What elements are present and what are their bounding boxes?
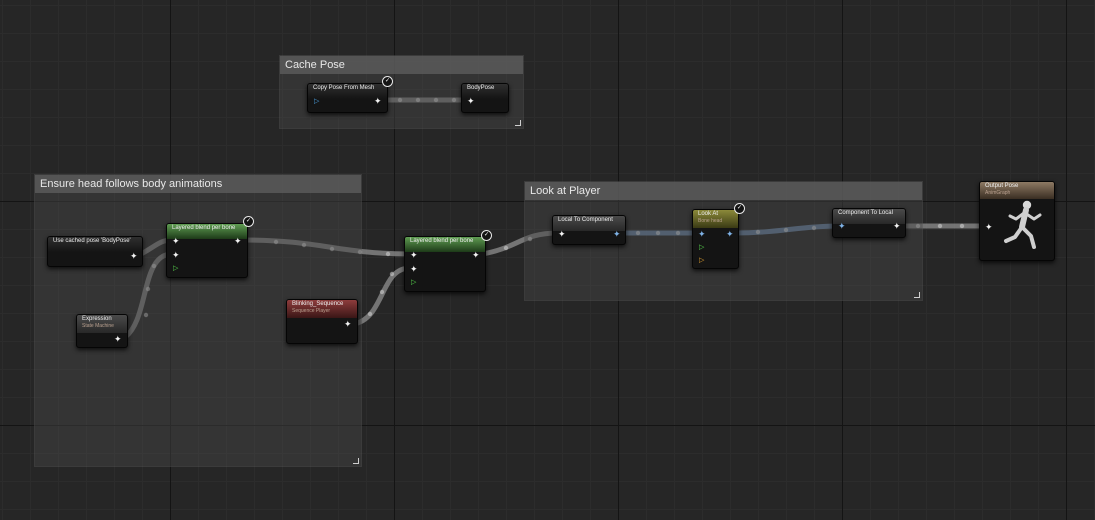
node-subtitle: AnimGraph xyxy=(985,190,1011,196)
node-title: Expression State Machine xyxy=(77,315,127,333)
local-pose-output-pin-icon[interactable]: ✦ xyxy=(893,222,901,231)
component-pose-input-pin-icon[interactable]: ✦ xyxy=(698,230,706,239)
local-pose-input-pin-icon[interactable]: ✦ xyxy=(558,230,566,239)
lightning-bolt-icon: ✓ xyxy=(382,76,393,87)
node-title: Look At Bone head xyxy=(693,210,738,228)
running-figure-icon xyxy=(1004,200,1042,249)
pose-output-pin-icon[interactable]: ✦ xyxy=(130,252,138,261)
layered-blend-per-bone-node-1[interactable]: Layered blend per bone ✦ ✦ ▷ ✦ xyxy=(166,223,248,278)
pose-input-pin-icon[interactable]: ✦ xyxy=(467,97,475,106)
comment-title[interactable]: Cache Pose xyxy=(280,56,523,74)
base-pose-input-pin-icon[interactable]: ✦ xyxy=(172,237,180,246)
blend-weight-pin-icon[interactable]: ▷ xyxy=(173,264,178,273)
blend-pose-input-pin-icon[interactable]: ✦ xyxy=(172,251,180,260)
lightning-bolt-icon: ✓ xyxy=(481,230,492,241)
expression-state-machine-node[interactable]: Expression State Machine ✦ xyxy=(76,314,128,348)
node-title: Output Pose AnimGraph xyxy=(980,182,1054,199)
comment-title[interactable]: Ensure head follows body animations xyxy=(35,175,361,193)
output-pose-node[interactable]: Output Pose AnimGraph ✦ xyxy=(979,181,1055,261)
node-subtitle: Bone head xyxy=(698,218,723,224)
comment-title[interactable]: Look at Player xyxy=(525,182,922,200)
copy-pose-from-mesh-node[interactable]: Copy Pose From Mesh ▷ ✦ xyxy=(307,83,388,113)
node-title: Use cached pose 'BodyPose' xyxy=(48,237,142,252)
pose-output-pin-icon[interactable]: ✦ xyxy=(234,237,242,246)
blinking-sequence-player-node[interactable]: Blinking_Sequence Sequence Player ✦ xyxy=(286,299,358,344)
blend-weight-pin-icon[interactable]: ▷ xyxy=(411,278,416,287)
wire-blinking-to-blend2 xyxy=(351,265,413,327)
node-title: Blinking_Sequence Sequence Player xyxy=(287,300,357,318)
resize-corner-icon[interactable] xyxy=(515,120,521,126)
pose-output-pin-icon[interactable]: ✦ xyxy=(472,251,480,260)
pose-output-pin-icon[interactable]: ✦ xyxy=(114,335,122,344)
alpha-pin-icon[interactable]: ▷ xyxy=(699,243,704,252)
use-cached-pose-node[interactable]: Use cached pose 'BodyPose' ✦ xyxy=(47,236,143,267)
target-pin-icon[interactable]: ▷ xyxy=(699,256,704,265)
component-to-local-node[interactable]: Component To Local ✦ ✦ xyxy=(832,208,906,238)
node-title-text: Expression xyxy=(82,316,112,322)
result-pose-input-pin-icon[interactable]: ✦ xyxy=(985,223,993,232)
lightning-bolt-icon: ✓ xyxy=(243,216,254,227)
exec-pin-icon[interactable]: ▷ xyxy=(314,97,319,106)
component-pose-input-pin-icon[interactable]: ✦ xyxy=(838,222,846,231)
component-pose-output-pin-icon[interactable]: ✦ xyxy=(726,230,734,239)
resize-corner-icon[interactable] xyxy=(353,458,359,464)
component-pose-output-pin-icon[interactable]: ✦ xyxy=(613,230,621,239)
node-title-text: Blinking_Sequence xyxy=(292,301,344,307)
node-title-text: Output Pose xyxy=(985,183,1019,189)
node-subtitle: Sequence Player xyxy=(292,308,331,314)
pose-output-pin-icon[interactable]: ✦ xyxy=(344,320,352,329)
body-pose-node[interactable]: BodyPose ✦ xyxy=(461,83,509,113)
lightning-bolt-icon: ✓ xyxy=(734,203,745,214)
layered-blend-per-bone-node-2[interactable]: Layered blend per bone ✦ ✦ ▷ ✦ xyxy=(404,236,486,292)
resize-corner-icon[interactable] xyxy=(914,292,920,298)
pose-output-pin-icon[interactable]: ✦ xyxy=(374,97,382,106)
look-at-node[interactable]: Look At Bone head ✦ ✦ ▷ ▷ xyxy=(692,209,739,269)
node-title-text: Look At xyxy=(698,211,719,217)
base-pose-input-pin-icon[interactable]: ✦ xyxy=(410,251,418,260)
blend-pose-input-pin-icon[interactable]: ✦ xyxy=(410,265,418,274)
local-to-component-node[interactable]: Local To Component ✦ ✦ xyxy=(552,215,626,245)
node-subtitle: State Machine xyxy=(82,323,114,329)
